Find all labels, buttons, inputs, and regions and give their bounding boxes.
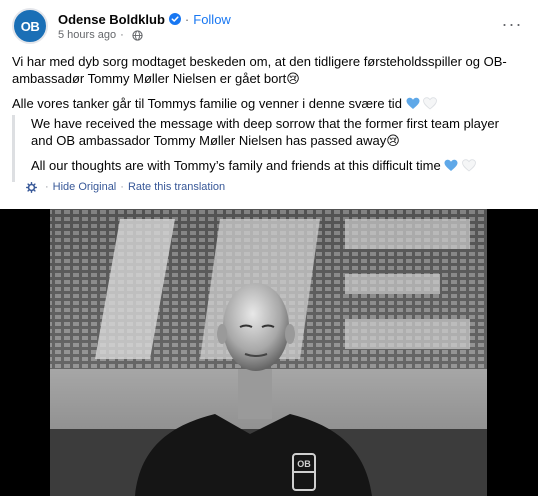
post-timestamp[interactable]: 5 hours ago <box>58 29 116 41</box>
post-paragraph-1: Vi har med dyb sorg modtaget beskeden om… <box>12 54 507 86</box>
translation-paragraph-2-container: All our thoughts are with Tommy’s family… <box>31 157 518 174</box>
avatar-logo-text: OB <box>20 18 40 34</box>
rate-translation-link[interactable]: Rate this translation <box>128 181 225 193</box>
translation-block: We have received the message with deep s… <box>12 115 518 182</box>
translation-separator-1: · <box>45 181 49 193</box>
gear-icon <box>26 181 37 193</box>
blue-heart-icon <box>406 97 420 109</box>
translation-paragraph-2: All our thoughts are with Tommy’s family… <box>31 158 441 173</box>
name-row: Odense Boldklub · Follow <box>58 11 231 27</box>
page-name-link[interactable]: Odense Boldklub <box>58 12 165 27</box>
blue-heart-icon <box>444 159 458 171</box>
translation-paragraph-1: We have received the message with deep s… <box>31 116 499 148</box>
post-paragraph-2: Alle vores tanker går til Tommys familie… <box>12 96 402 111</box>
more-options-icon[interactable]: ··· <box>498 12 526 36</box>
post-paragraph-2-container: Alle vores tanker går til Tommys familie… <box>12 95 522 112</box>
page-avatar[interactable]: OB <box>12 8 48 44</box>
verified-badge-icon <box>168 13 181 25</box>
crest-text: OB <box>297 459 311 469</box>
memorial-photo-image: OB <box>0 209 538 496</box>
translation-separator-2: · <box>120 181 124 193</box>
globe-icon <box>132 29 143 41</box>
hide-original-link[interactable]: Hide Original <box>53 181 117 193</box>
meta-separator: · <box>120 29 124 41</box>
post-header: OB Odense Boldklub · Follow 5 hours ago … <box>12 8 526 44</box>
white-heart-icon <box>423 97 438 110</box>
post-body: Vi har med dyb sorg modtaget beskeden om… <box>12 53 522 120</box>
name-separator: · <box>184 11 190 27</box>
translation-controls: · Hide Original · Rate this translation <box>26 181 225 193</box>
post-meta: 5 hours ago · <box>58 29 143 41</box>
white-heart-icon <box>462 159 476 172</box>
post-photo[interactable]: OB <box>0 209 538 496</box>
follow-button[interactable]: Follow <box>193 12 231 27</box>
